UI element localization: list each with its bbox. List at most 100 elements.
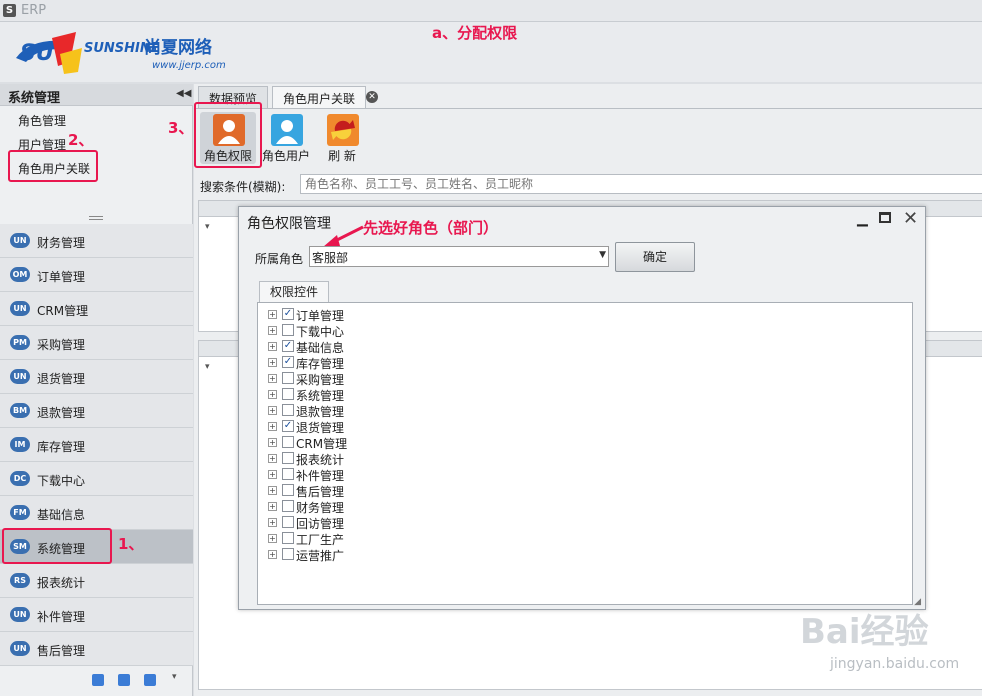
minimize-icon[interactable]: ▁ <box>857 211 868 227</box>
watermark-url: jingyan.baidu.com <box>830 656 960 672</box>
tree-node-checkbox[interactable] <box>282 548 294 560</box>
expand-icon[interactable]: + <box>268 326 277 335</box>
expand-icon[interactable]: + <box>268 470 277 479</box>
search-input[interactable] <box>300 174 982 194</box>
tree-node-label: 退款管理 <box>296 405 345 419</box>
module-orders[interactable]: OM 订单管理 <box>0 258 193 292</box>
tree-node-label: 补件管理 <box>296 469 345 483</box>
tab-permission-controls[interactable]: 权限控件 <box>259 281 329 303</box>
tree-node-checkbox[interactable] <box>282 516 294 528</box>
module-purchase[interactable]: PM 采购管理 <box>0 326 193 360</box>
sidebar-item-role-user-link[interactable]: 角色用户关联 <box>18 160 90 177</box>
maximize-icon[interactable] <box>879 212 891 223</box>
expand-icon[interactable]: + <box>268 310 277 319</box>
permission-tree: + ✓ 订单管理 + 下载中心 + ✓ 基础信息 + ✓ 库存管理 + 采购管理 + 系统管理 + 退款管理 + ✓… <box>257 302 913 605</box>
role-label: 所属角色 <box>255 252 304 266</box>
user-blue-icon <box>271 114 303 146</box>
expand-icon[interactable]: + <box>268 342 277 351</box>
module-badge-icon: UN <box>10 369 30 384</box>
role-select[interactable]: 客服部 ▼ <box>309 246 609 267</box>
module-crm[interactable]: UN CRM管理 <box>0 292 193 326</box>
role-permission-dialog: 角色权限管理 先选好角色（部门） ▁ ✕ 所属角色 客服部 ▼ 确定 权限控件 … <box>238 206 926 610</box>
module-badge-icon: FM <box>10 505 30 520</box>
tree-node-checkbox[interactable] <box>282 372 294 384</box>
tree-node-checkbox[interactable] <box>282 404 294 416</box>
module-after-sales[interactable]: UN 售后管理 <box>0 632 193 666</box>
tree-node-checkbox[interactable] <box>282 500 294 512</box>
expand-icon[interactable]: + <box>268 422 277 431</box>
tree-node-label: 报表统计 <box>296 453 345 467</box>
tree-node-label: 采购管理 <box>296 373 345 387</box>
expand-icon[interactable]: + <box>268 358 277 367</box>
module-badge-icon: PM <box>10 335 30 350</box>
module-base-info[interactable]: FM 基础信息 <box>0 496 193 530</box>
chevron-down-icon[interactable]: ▼ <box>599 250 606 260</box>
tree-node-checkbox[interactable]: ✓ <box>282 308 294 320</box>
module-badge-icon: OM <box>10 267 30 282</box>
dropdown-arrow-icon[interactable]: ▾ <box>172 672 177 682</box>
tree-node-checkbox[interactable]: ✓ <box>282 356 294 368</box>
toolbar-square-icon[interactable] <box>92 674 104 686</box>
expand-icon[interactable]: + <box>268 454 277 463</box>
module-inventory[interactable]: IM 库存管理 <box>0 428 193 462</box>
tree-node-label: 退货管理 <box>296 421 345 435</box>
tree-node-checkbox[interactable] <box>282 452 294 464</box>
role-user-button[interactable]: 角色用户 <box>258 112 314 164</box>
expand-icon[interactable]: + <box>268 550 277 559</box>
tab-close-icon[interactable]: ✕ <box>366 91 378 103</box>
svg-text:www.jjerp.com: www.jjerp.com <box>152 60 226 71</box>
sidebar: 系统管理 ◀◀ 角色管理 用户管理 2、 角色用户关联 UN 财务管理 OM 订单管… <box>0 84 193 696</box>
expand-icon[interactable]: + <box>268 438 277 447</box>
pin-icon[interactable]: ▾ <box>205 362 210 372</box>
sidebar-header: 系统管理 ◀◀ <box>0 84 193 106</box>
watermark-logo: Bai经验 <box>800 612 929 652</box>
toolbar-square-icon[interactable] <box>144 674 156 686</box>
module-badge-icon: UN <box>10 301 30 316</box>
module-badge-icon: BM <box>10 403 30 418</box>
sidebar-title: 系统管理 <box>8 91 61 106</box>
module-finance[interactable]: UN 财务管理 <box>0 224 193 258</box>
tree-node-checkbox[interactable] <box>282 532 294 544</box>
tree-node-checkbox[interactable] <box>282 468 294 480</box>
annotation-step2: 2、 <box>68 131 94 149</box>
module-returns[interactable]: UN 退货管理 <box>0 360 193 394</box>
sidebar-item-role-manage[interactable]: 角色管理 <box>18 112 66 129</box>
module-badge-icon: DC <box>10 471 30 486</box>
tree-node-checkbox[interactable]: ✓ <box>282 340 294 352</box>
splitter-handle[interactable] <box>89 216 103 220</box>
tree-node-checkbox[interactable] <box>282 388 294 400</box>
highlight-box-step3 <box>194 102 262 168</box>
tree-node-checkbox[interactable]: ✓ <box>282 420 294 432</box>
toolbar-square-icon[interactable] <box>118 674 130 686</box>
expand-icon[interactable]: + <box>268 534 277 543</box>
module-refunds[interactable]: BM 退款管理 <box>0 394 193 428</box>
pin-icon[interactable]: ▾ <box>205 222 210 232</box>
tree-node-label: 售后管理 <box>296 485 345 499</box>
module-download-center[interactable]: DC 下载中心 <box>0 462 193 496</box>
expand-icon[interactable]: + <box>268 374 277 383</box>
expand-icon[interactable]: + <box>268 502 277 511</box>
confirm-button[interactable]: 确定 <box>615 242 695 272</box>
tree-node-label: 回访管理 <box>296 517 345 531</box>
tab-role-user-link[interactable]: 角色用户关联 <box>272 86 367 108</box>
tree-node-checkbox[interactable] <box>282 484 294 496</box>
highlight-box-step1 <box>2 528 112 564</box>
expand-icon[interactable]: + <box>268 406 277 415</box>
tree-node-checkbox[interactable] <box>282 436 294 448</box>
module-reports[interactable]: RS 报表统计 <box>0 564 193 598</box>
close-icon[interactable]: ✕ <box>903 208 918 229</box>
module-parts[interactable]: UN 补件管理 <box>0 598 193 632</box>
module-badge-icon: IM <box>10 437 30 452</box>
collapse-icon[interactable]: ◀◀ <box>176 88 191 99</box>
module-badge-icon: UN <box>10 641 30 656</box>
tree-node-label: 订单管理 <box>296 309 345 323</box>
svg-text:尚夏网络: 尚夏网络 <box>144 37 212 58</box>
refresh-button[interactable]: 刷 新 <box>314 112 370 164</box>
tree-node-label: 基础信息 <box>296 341 345 355</box>
tree-node-checkbox[interactable] <box>282 324 294 336</box>
tree-node-label: 运营推广 <box>296 549 345 563</box>
window-titlebar: S ERP <box>0 0 982 22</box>
expand-icon[interactable]: + <box>268 486 277 495</box>
expand-icon[interactable]: + <box>268 518 277 527</box>
expand-icon[interactable]: + <box>268 390 277 399</box>
